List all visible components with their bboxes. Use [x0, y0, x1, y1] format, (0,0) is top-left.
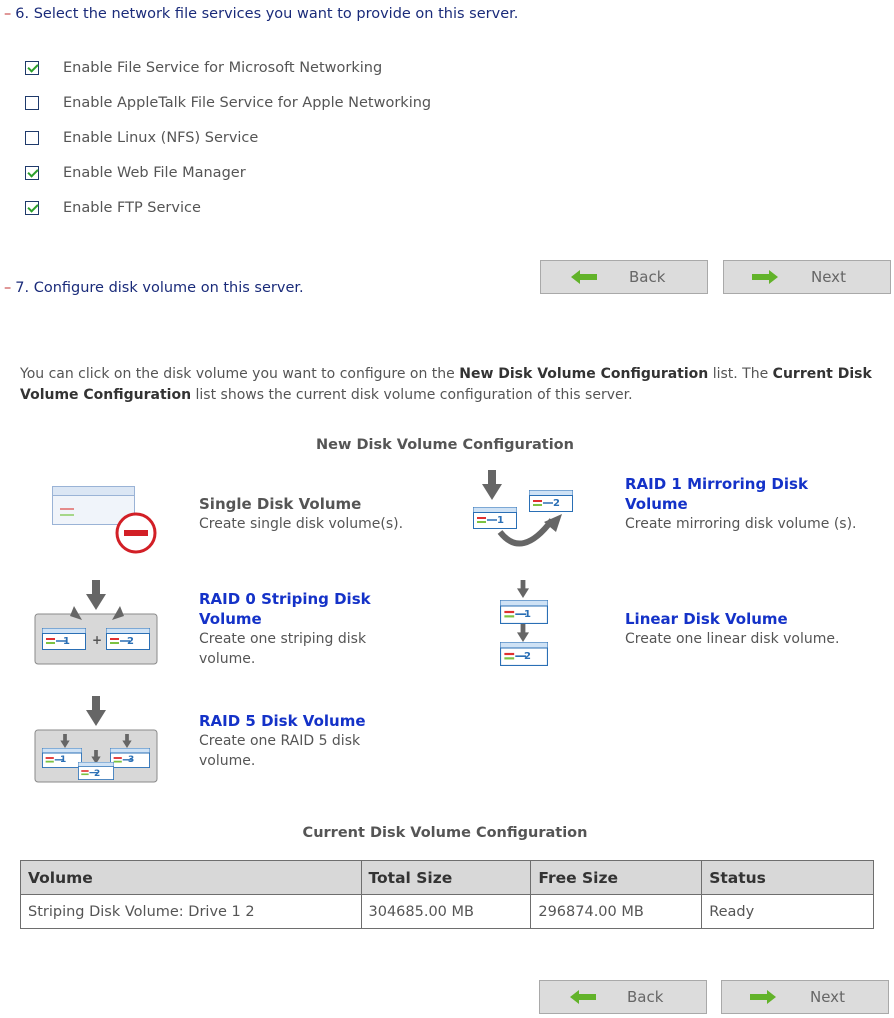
status-cell: Ready: [701, 894, 874, 929]
collapse-dash-icon[interactable]: –: [4, 6, 11, 22]
raid5-icon[interactable]: 1 3 2: [34, 696, 160, 786]
svg-text:1: 1: [60, 755, 66, 765]
column-header-total-size: Total Size: [360, 860, 532, 895]
raid1-mirroring-icon[interactable]: 2 1: [470, 470, 580, 555]
linear-option: Linear Disk Volume Create one linear dis…: [625, 609, 885, 649]
new-config-heading: New Disk Volume Configuration: [316, 437, 574, 453]
back-button[interactable]: Back: [540, 260, 708, 294]
raid0-link[interactable]: RAID 0 Striping Disk Volume: [199, 589, 389, 629]
intro-text: You can click on the disk volume you wan…: [20, 366, 460, 382]
svg-text:1: 1: [524, 609, 531, 620]
table-row: Striping Disk Volume: Drive 1 2 304685.0…: [20, 894, 874, 929]
single-disk-desc: Create single disk volume(s).: [199, 516, 404, 532]
service-label: Enable AppleTalk File Service for Apple …: [63, 95, 432, 111]
service-option-microsoft: Enable File Service for Microsoft Networ…: [25, 58, 382, 78]
step6-title-text: 6. Select the network file services you …: [15, 6, 519, 22]
back-button-bottom[interactable]: Back: [539, 980, 707, 1014]
svg-text:1: 1: [497, 515, 504, 526]
service-option-nfs: Enable Linux (NFS) Service: [25, 128, 258, 148]
appletalk-checkbox[interactable]: [25, 96, 39, 110]
single-disk-icon[interactable]: [52, 486, 162, 556]
raid0-desc: Create one striping disk volume.: [199, 631, 367, 667]
single-disk-option: Single Disk Volume Create single disk vo…: [199, 494, 439, 534]
table-header-row: Volume Total Size Free Size Status: [20, 860, 874, 895]
intro-text: list shows the current disk volume confi…: [191, 387, 633, 403]
service-option-web-file-manager: Enable Web File Manager: [25, 163, 246, 183]
service-label: Enable File Service for Microsoft Networ…: [63, 60, 383, 76]
next-button-bottom[interactable]: Next: [721, 980, 889, 1014]
svg-text:2: 2: [553, 498, 560, 509]
volume-cell: Striping Disk Volume: Drive 1 2: [20, 894, 362, 929]
intro-bold-new-config: New Disk Volume Configuration: [459, 366, 709, 382]
raid0-striping-icon[interactable]: + 1 2: [34, 580, 160, 666]
column-header-free-size: Free Size: [530, 860, 703, 895]
arrow-right-icon: [750, 981, 776, 1013]
service-option-ftp: Enable FTP Service: [25, 198, 201, 218]
free-size-cell: 296874.00 MB: [530, 894, 703, 929]
step7-title-text: 7. Configure disk volume on this server.: [15, 280, 304, 296]
svg-text:2: 2: [94, 769, 100, 779]
column-header-status: Status: [701, 860, 874, 895]
arrow-left-icon: [571, 261, 597, 293]
total-size-cell: 304685.00 MB: [360, 894, 532, 929]
linear-disk-icon[interactable]: 1 2: [496, 580, 556, 670]
linear-desc: Create one linear disk volume.: [625, 631, 840, 647]
arrow-right-icon: [752, 261, 778, 293]
next-button-label: Next: [811, 268, 846, 286]
back-button-label: Back: [629, 268, 666, 286]
step7-intro: You can click on the disk volume you wan…: [20, 364, 880, 406]
back-button-label: Back: [627, 988, 664, 1006]
service-label: Enable Web File Manager: [63, 165, 246, 181]
raid1-option: RAID 1 Mirroring Disk Volume Create mirr…: [625, 474, 885, 534]
intro-text: list. The: [708, 366, 773, 382]
raid5-desc: Create one RAID 5 disk volume.: [199, 733, 361, 769]
step6-title: –6. Select the network file services you…: [4, 6, 518, 22]
svg-text:3: 3: [128, 755, 134, 765]
svg-text:2: 2: [127, 636, 134, 647]
column-header-volume: Volume: [20, 860, 362, 895]
current-volume-table: Volume Total Size Free Size Status Strip…: [20, 860, 874, 929]
svg-text:1: 1: [63, 636, 70, 647]
single-disk-title: Single Disk Volume: [199, 495, 362, 513]
current-config-heading: Current Disk Volume Configuration: [302, 825, 588, 841]
raid1-link[interactable]: RAID 1 Mirroring Disk Volume: [625, 474, 825, 514]
service-label: Enable FTP Service: [63, 200, 201, 216]
svg-text:2: 2: [524, 651, 531, 662]
collapse-dash-icon[interactable]: –: [4, 280, 11, 296]
raid5-option: RAID 5 Disk Volume Create one RAID 5 dis…: [199, 711, 419, 771]
ftp-checkbox[interactable]: [25, 201, 39, 215]
service-label: Enable Linux (NFS) Service: [63, 130, 259, 146]
arrow-left-icon: [570, 981, 596, 1013]
next-button-label: Next: [810, 988, 845, 1006]
microsoft-networking-checkbox[interactable]: [25, 61, 39, 75]
step7-title: –7. Configure disk volume on this server…: [4, 280, 304, 296]
linear-link[interactable]: Linear Disk Volume: [625, 609, 885, 629]
raid5-link[interactable]: RAID 5 Disk Volume: [199, 711, 419, 731]
service-option-appletalk: Enable AppleTalk File Service for Apple …: [25, 93, 431, 113]
web-file-manager-checkbox[interactable]: [25, 166, 39, 180]
raid1-desc: Create mirroring disk volume (s).: [625, 516, 857, 532]
nfs-checkbox[interactable]: [25, 131, 39, 145]
svg-text:+: +: [92, 633, 102, 647]
raid0-option: RAID 0 Striping Disk Volume Create one s…: [199, 589, 419, 669]
next-button[interactable]: Next: [723, 260, 891, 294]
